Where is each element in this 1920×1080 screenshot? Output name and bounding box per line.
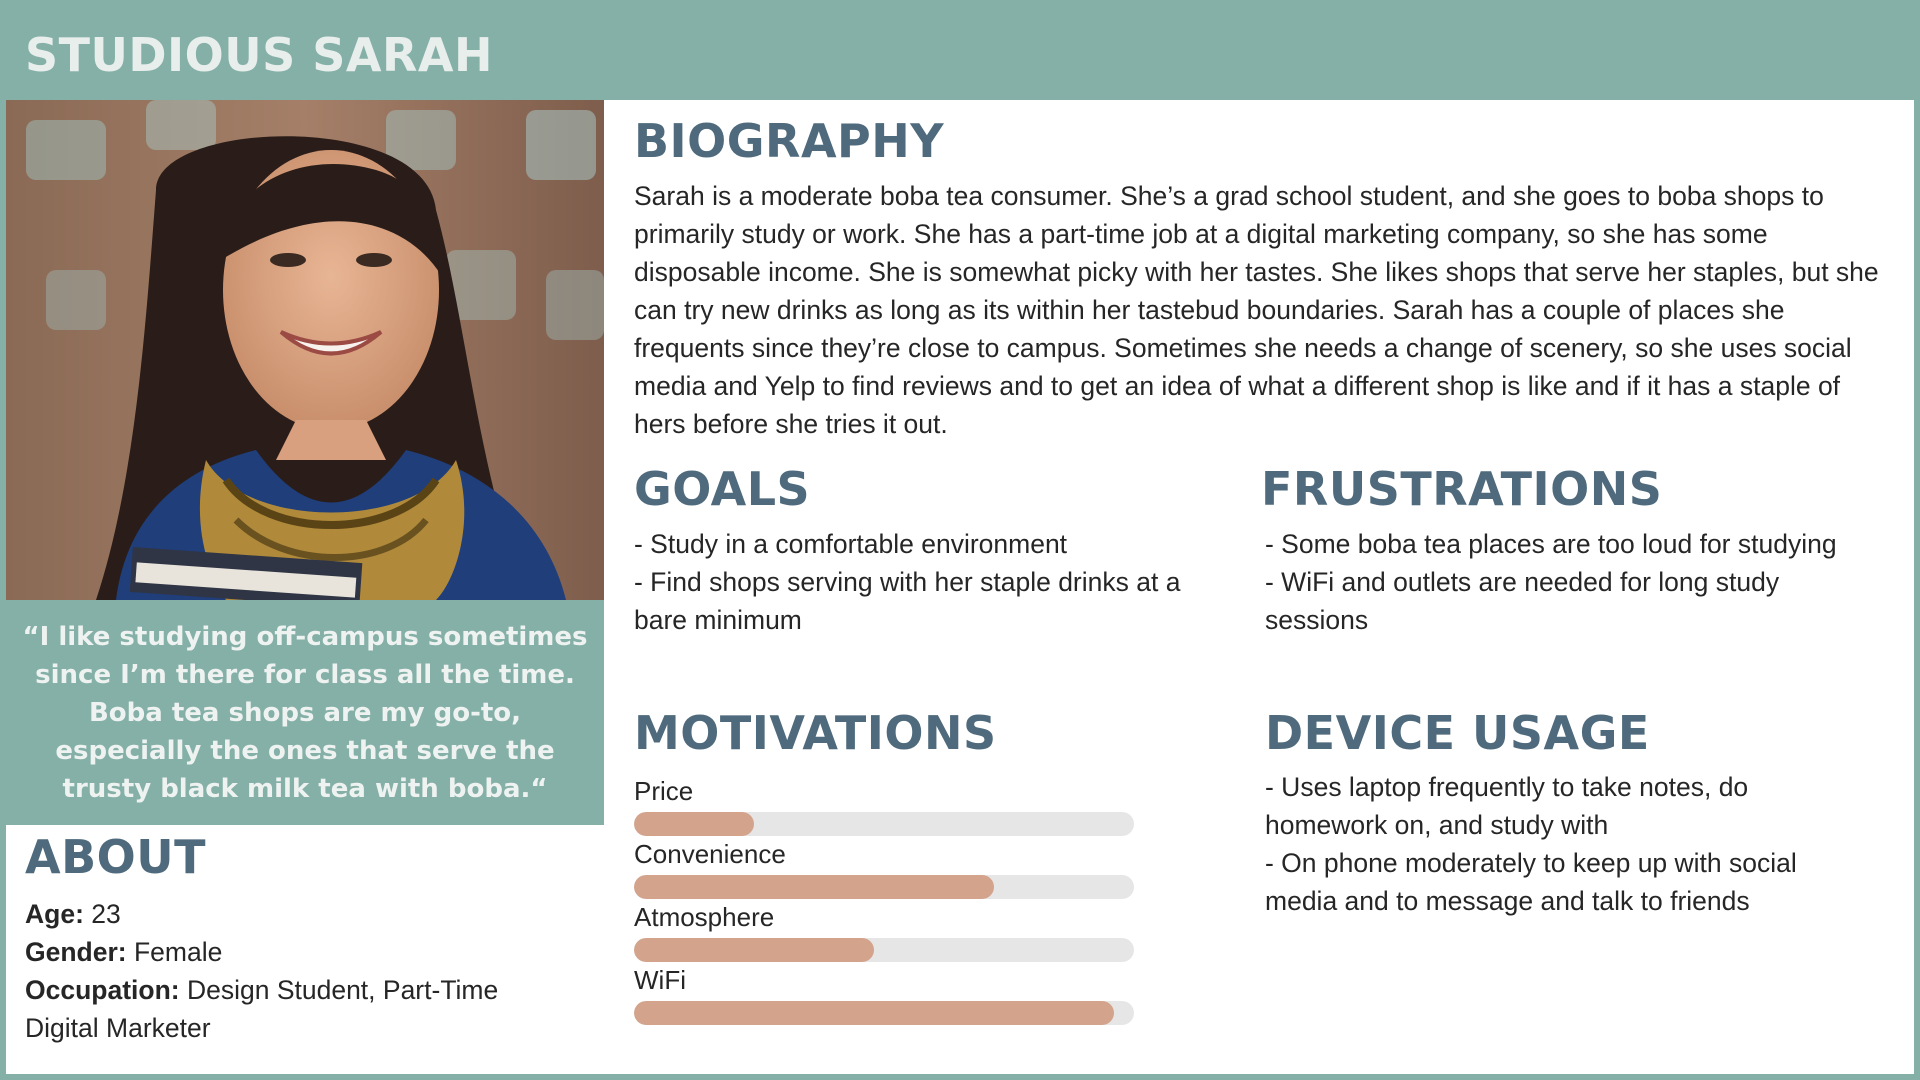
quote-panel: “I like studying off-campus sometimes si…: [6, 600, 604, 825]
persona-quote: “I like studying off-campus sometimes si…: [22, 621, 588, 804]
device-usage-item: - On phone moderately to keep up with so…: [1265, 848, 1797, 916]
device-usage-list: - Uses laptop frequently to take notes, …: [1265, 768, 1865, 920]
about-gender: Gender: Female: [25, 933, 565, 971]
age-value: 23: [91, 899, 121, 929]
frustration-item: - Some boba tea places are too loud for …: [1265, 529, 1837, 559]
motivation-bar-fill: [634, 1001, 1114, 1025]
motivation-label-convenience: Convenience: [634, 839, 786, 869]
motivation-bar-fill: [634, 875, 994, 899]
motivation-bar-convenience: [634, 875, 1134, 899]
motivation-label-wifi: WiFi: [634, 965, 686, 995]
goal-item: - Study in a comfortable environment: [634, 529, 1068, 559]
persona-name: STUDIOUS SARAH: [25, 28, 494, 82]
main-panel: BIOGRAPHY Sarah is a moderate boba tea c…: [604, 100, 1914, 1074]
device-usage-item: - Uses laptop frequently to take notes, …: [1265, 772, 1749, 840]
frustrations-heading: FRUSTRATIONS: [1261, 462, 1663, 516]
motivation-bar-price: [634, 812, 1134, 836]
gender-label: Gender:: [25, 937, 127, 967]
about-occupation: Occupation: Design Student, Part-Time Di…: [25, 971, 565, 1047]
biography-text: Sarah is a moderate boba tea consumer. S…: [634, 181, 1879, 439]
biography-heading: BIOGRAPHY: [634, 114, 945, 168]
about-details: Age: 23 Gender: Female Occupation: Desig…: [25, 895, 565, 1047]
motivation-bar-atmosphere: [634, 938, 1134, 962]
goals-list: - Study in a comfortable environment - F…: [634, 525, 1224, 639]
motivation-bar-fill: [634, 812, 754, 836]
occupation-label: Occupation:: [25, 975, 180, 1005]
age-label: Age:: [25, 899, 84, 929]
about-section: ABOUT Age: 23 Gender: Female Occupation:…: [6, 825, 604, 1074]
goal-item: - Find shops serving with her staple dri…: [634, 567, 1181, 635]
about-age: Age: 23: [25, 895, 565, 933]
frustrations-list: - Some boba tea places are too loud for …: [1265, 525, 1865, 639]
gender-value: Female: [133, 937, 223, 967]
motivation-bar-fill: [634, 938, 874, 962]
persona-photo: [6, 100, 604, 600]
device-usage-heading: DEVICE USAGE: [1265, 706, 1650, 760]
motivations-heading: MOTIVATIONS: [634, 706, 997, 760]
motivation-label-price: Price: [634, 776, 694, 806]
frustration-item: - WiFi and outlets are needed for long s…: [1265, 567, 1780, 635]
goals-heading: GOALS: [634, 462, 811, 516]
header-bar: STUDIOUS SARAH: [0, 0, 1920, 100]
motivation-bar-wifi: [634, 1001, 1134, 1025]
motivation-label-atmosphere: Atmosphere: [634, 902, 775, 932]
about-heading: ABOUT: [25, 830, 206, 884]
persona-portrait-image: [6, 100, 604, 600]
